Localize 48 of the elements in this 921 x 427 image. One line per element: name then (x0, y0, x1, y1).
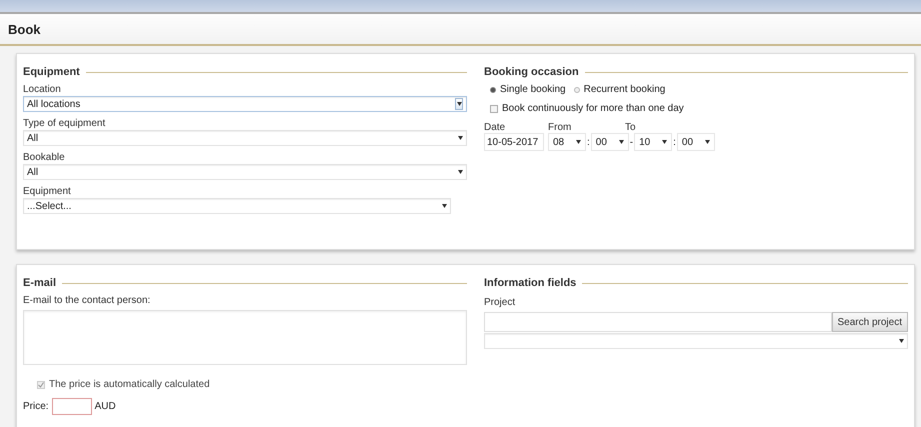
caret-icon (899, 339, 904, 343)
checkbox[interactable] (490, 104, 498, 112)
caret-icon (662, 140, 668, 144)
field-label: E-mail to the contact person: (23, 295, 152, 306)
section-title: Booking occasion (484, 66, 579, 78)
time-dropdown[interactable]: 00 (676, 133, 715, 151)
radio-label[interactable]: Recurrent booking (584, 84, 666, 95)
caret-icon (618, 140, 624, 144)
radio-button[interactable] (490, 86, 496, 92)
currency-label: AUD (94, 401, 116, 412)
date-field[interactable]: 10-05-2017 (484, 133, 544, 151)
caret-icon (456, 102, 462, 106)
caret-icon (458, 136, 463, 140)
section-title: Equipment (23, 66, 80, 78)
radio-button[interactable] (574, 86, 580, 92)
field-label: Project (484, 297, 516, 308)
section-title: Information fields (484, 277, 576, 289)
time-separator: - (630, 136, 634, 148)
radio-label[interactable]: Single booking (500, 84, 566, 95)
section-title: E-mail (23, 277, 56, 289)
field-label: Price: (23, 401, 49, 412)
caret-icon (442, 204, 447, 208)
field-label: Location (23, 84, 62, 95)
email-text-area[interactable] (23, 310, 467, 365)
dropdown[interactable]: ...Select... (23, 198, 451, 214)
field-label: To (625, 122, 636, 133)
search-project-button[interactable]: Search project (832, 312, 908, 332)
caret-icon (576, 140, 581, 144)
location-dropdown[interactable]: All locations (23, 96, 467, 112)
field-label: Type of equipment (23, 118, 106, 129)
field-label: Equipment (23, 186, 72, 197)
time-separator: : (673, 136, 676, 148)
project-field[interactable] (484, 312, 832, 332)
field-label: Date (484, 122, 506, 133)
dropdown[interactable]: All (23, 130, 467, 146)
time-separator: : (587, 136, 590, 148)
time-dropdown[interactable]: 08 (548, 133, 586, 151)
time-dropdown[interactable]: 00 (590, 133, 629, 151)
caret-icon (704, 140, 710, 144)
page-title: Book (8, 22, 40, 36)
checkbox-label[interactable]: Book continuously for more than one day (502, 103, 684, 114)
dropdown[interactable]: All (23, 164, 467, 180)
field-label: From (548, 122, 572, 133)
dropdown[interactable] (484, 333, 908, 349)
price-field[interactable] (52, 398, 92, 415)
caret-icon (458, 170, 463, 174)
time-dropdown[interactable]: 10 (634, 133, 672, 151)
field-label: Bookable (23, 152, 66, 163)
